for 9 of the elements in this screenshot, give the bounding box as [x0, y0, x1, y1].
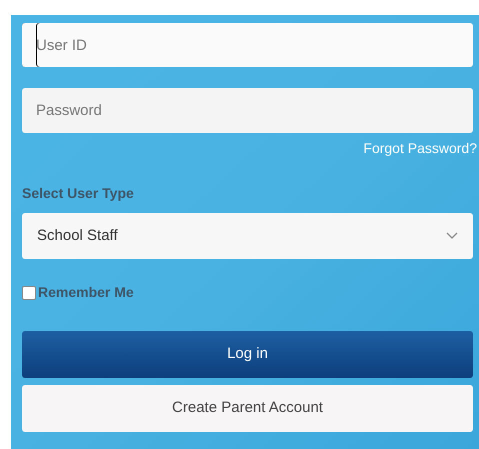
- remember-me-label: Remember Me: [38, 283, 134, 302]
- create-account-button[interactable]: Create Parent Account: [22, 385, 473, 432]
- chevron-down-icon: [446, 232, 458, 240]
- user-id-field[interactable]: User ID: [22, 23, 473, 67]
- user-type-label: Select User Type: [22, 184, 134, 203]
- login-button[interactable]: Log in: [22, 331, 473, 378]
- user-type-select[interactable]: School Staff: [22, 213, 473, 259]
- remember-me-checkbox[interactable]: [22, 286, 36, 300]
- password-field[interactable]: Password: [22, 88, 473, 133]
